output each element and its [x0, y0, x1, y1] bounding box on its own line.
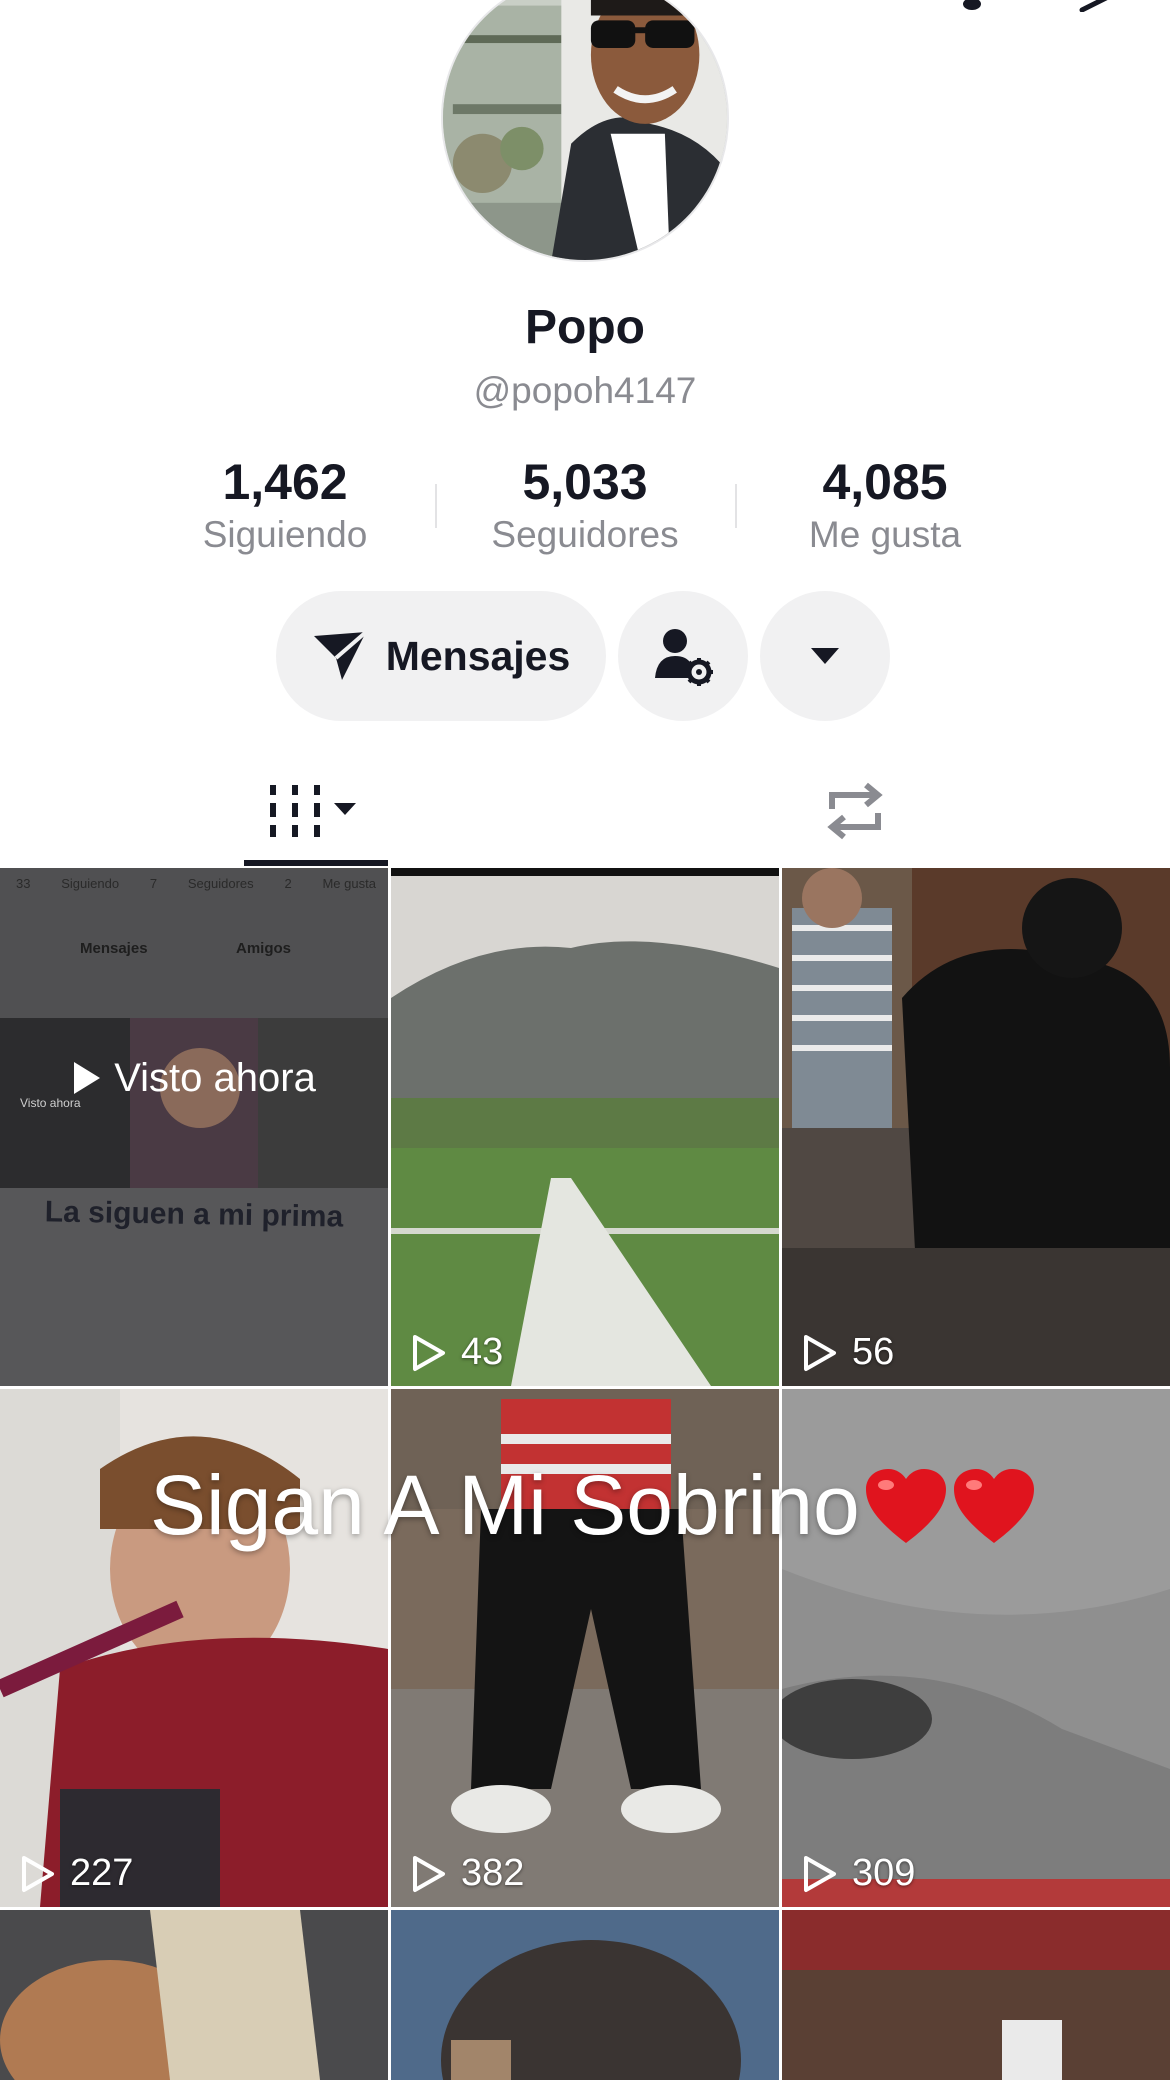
message-button[interactable]: Mensajes: [276, 591, 606, 721]
play-outline-icon: [413, 1855, 445, 1892]
display-name: Popo: [525, 301, 645, 354]
view-count: 227: [20, 1852, 133, 1895]
heart-emoji-icon: [865, 1468, 946, 1543]
play-outline-icon: [804, 1855, 836, 1892]
username: @popoh4147: [473, 370, 697, 411]
user-gear-icon: [655, 629, 713, 686]
share-icon[interactable]: [1078, 0, 1118, 12]
stat-likes[interactable]: 4,085 Me gusta: [735, 452, 1035, 562]
message-button-label: Mensajes: [385, 632, 571, 679]
video-thumbnail: [391, 868, 779, 1386]
embedded-stats: 33 Siguiendo 7 Seguidores 2 Me gusta: [16, 876, 376, 891]
view-count: 43: [411, 1331, 503, 1374]
view-count-value: 227: [70, 1852, 134, 1894]
caret-down-icon: [811, 648, 839, 664]
more-dropdown-button[interactable]: [760, 591, 890, 721]
view-count: 382: [411, 1852, 524, 1895]
active-tab-indicator: [244, 860, 388, 866]
watched-now-overlay: Visto ahora: [0, 1018, 388, 1138]
video-thumbnail: [782, 1910, 1170, 2080]
send-icon: [313, 630, 367, 680]
play-outline-icon: [804, 1334, 836, 1371]
video-tile[interactable]: 43: [391, 868, 779, 1386]
embedded-stat-value: 7: [149, 876, 158, 891]
embedded-stat-label: Seguidores: [187, 876, 254, 891]
watched-now-label: Visto ahora: [114, 1055, 316, 1100]
back-arrow-icon[interactable]: [70, 0, 100, 12]
video-thumbnail: [0, 1910, 388, 2080]
profile-screen: Popo @popoh4147 1,462 Siguiendo 5,033 Se…: [0, 0, 1170, 2080]
view-count: 309: [802, 1852, 915, 1895]
stat-following[interactable]: 1,462 Siguiendo: [135, 452, 435, 562]
caption-text: Sigan A Mi Sobrino: [150, 1458, 860, 1552]
tab-videos[interactable]: [244, 756, 388, 866]
video-thumbnail: [391, 1910, 779, 2080]
embedded-stat-value: 33: [16, 876, 31, 891]
play-outline-icon: [413, 1334, 445, 1371]
video-tile[interactable]: [0, 1910, 388, 2080]
stat-label: Siguiendo: [202, 514, 368, 555]
stat-value: 5,033: [522, 454, 648, 510]
heart-emoji-icon: [953, 1468, 1034, 1543]
user-settings-button[interactable]: [618, 591, 748, 721]
stat-value: 1,462: [222, 454, 348, 510]
view-count-value: 56: [852, 1331, 895, 1373]
stat-value: 4,085: [822, 454, 948, 510]
video-tile[interactable]: [782, 1910, 1170, 2080]
embedded-friends-label: Amigos: [236, 940, 292, 957]
embedded-stat-label: Siguiendo: [61, 876, 120, 891]
view-count-value: 43: [461, 1331, 504, 1373]
avatar[interactable]: [441, 0, 729, 262]
video-caption-overlay: Sigan A Mi Sobrino: [150, 1457, 1036, 1554]
embedded-stat-label: Me gusta: [322, 876, 376, 891]
view-count-value: 382: [461, 1852, 525, 1894]
tab-reposts[interactable]: [810, 756, 900, 866]
profile-stats: 1,462 Siguiendo 5,033 Seguidores 4,085 M…: [135, 452, 1035, 562]
video-caption: La siguen a mi prima: [44, 1195, 344, 1234]
video-thumbnail: [782, 868, 1170, 1386]
videos-grid-icon: [270, 785, 356, 837]
embedded-stat-value: 2: [284, 876, 292, 891]
profile-actions: Mensajes: [276, 591, 890, 721]
video-tile[interactable]: 56: [782, 868, 1170, 1386]
play-outline-icon: [22, 1855, 54, 1892]
view-count: 56: [802, 1331, 894, 1374]
video-tile[interactable]: [391, 1910, 779, 2080]
profile-tabs: [0, 756, 1170, 866]
stat-followers[interactable]: 5,033 Seguidores: [435, 452, 735, 562]
stat-label: Seguidores: [491, 514, 679, 555]
video-tile-watched[interactable]: 33 Siguiendo 7 Seguidores 2 Me gusta Men…: [0, 868, 388, 1386]
repost-icon: [827, 782, 883, 840]
footprint-icon[interactable]: [952, 0, 992, 12]
stat-label: Me gusta: [808, 514, 962, 555]
embedded-message-label: Mensajes: [80, 940, 148, 957]
view-count-value: 309: [852, 1852, 916, 1894]
play-icon: [74, 1062, 101, 1094]
